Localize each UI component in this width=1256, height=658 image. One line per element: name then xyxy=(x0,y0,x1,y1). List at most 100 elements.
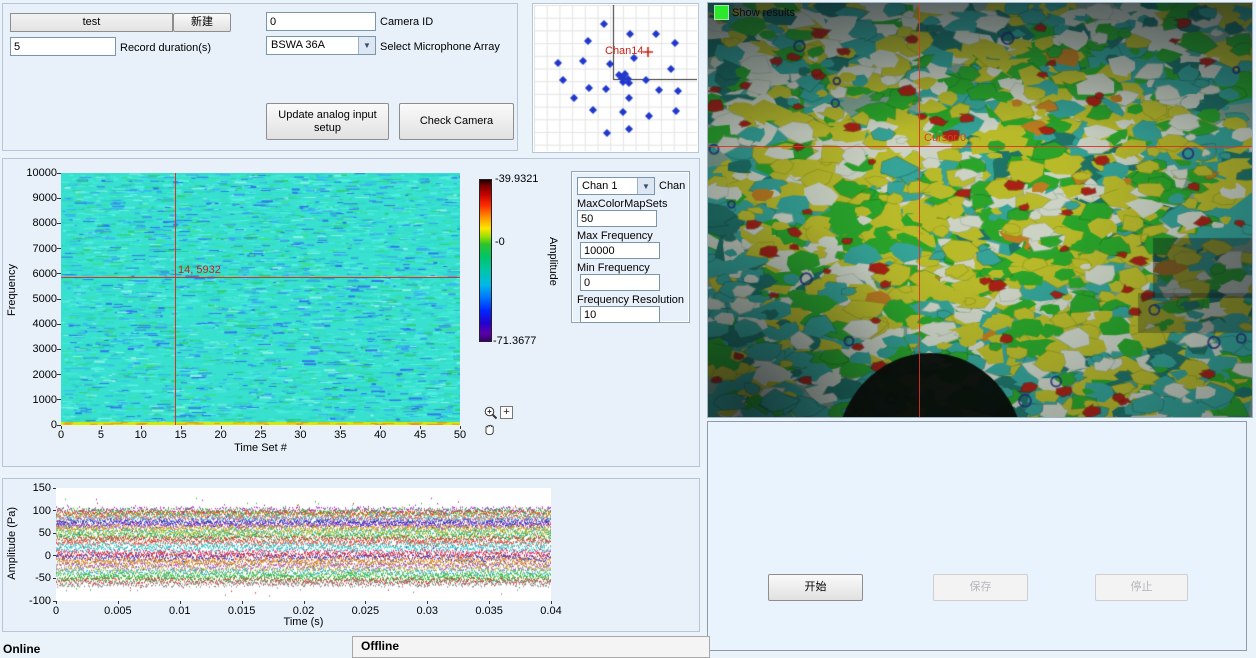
tick-mark xyxy=(489,601,490,604)
spectrogram-cursor-vline[interactable] xyxy=(175,173,176,425)
colorbar-max-label: -39.9321 xyxy=(495,173,538,185)
tick-label: 0 xyxy=(46,429,76,441)
tick-label: 5 xyxy=(86,429,116,441)
tick-label: 45 xyxy=(405,429,435,441)
camera-cursor-hline[interactable] xyxy=(708,146,1252,147)
spectrogram-cursor-label[interactable]: 14, 5932 xyxy=(178,264,221,277)
camera-id-label: Camera ID xyxy=(380,16,433,29)
tick-label: 25 xyxy=(246,429,276,441)
offline-status-label: Offline xyxy=(361,640,399,653)
tick-label: 10000 xyxy=(15,167,57,179)
max-colormap-input[interactable] xyxy=(577,210,657,227)
colorbar-min-label: -71.3677 xyxy=(493,335,536,347)
tick-label: 150 xyxy=(11,482,51,494)
spectrogram-y-axis-title: Frequency xyxy=(6,264,19,316)
tick-label: 50 xyxy=(445,429,475,441)
spectrogram-cursor-hline[interactable] xyxy=(61,277,460,278)
tick-mark xyxy=(380,426,381,429)
waveform-y-axis-title: Amplitude (Pa) xyxy=(6,507,19,580)
channel-label: Chan xyxy=(659,180,685,193)
tick-label: 6000 xyxy=(15,268,57,280)
tick-mark xyxy=(261,426,262,429)
project-name-field[interactable]: test xyxy=(10,13,173,32)
frequency-resolution-input[interactable] xyxy=(580,306,660,323)
camera-cursor-label[interactable]: Cursor 0 xyxy=(924,132,966,145)
mic-array-label: Select Microphone Array xyxy=(380,41,500,54)
tick-mark xyxy=(340,426,341,429)
tick-label: 0 xyxy=(15,419,57,431)
tick-label: 40 xyxy=(365,429,395,441)
tick-label: 10 xyxy=(126,429,156,441)
tick-label: 3000 xyxy=(15,343,57,355)
tick-label: 30 xyxy=(285,429,315,441)
tick-mark xyxy=(242,601,243,604)
mic-array-cursor-label[interactable]: Chan14 xyxy=(605,45,644,58)
chevron-down-icon[interactable]: ▼ xyxy=(358,37,375,54)
camera-view: Show results Cursor 0 xyxy=(707,2,1253,418)
new-project-button[interactable]: 新建 xyxy=(173,13,231,32)
record-duration-input[interactable] xyxy=(10,37,116,56)
channel-select[interactable]: Chan 1 ▼ xyxy=(577,177,655,195)
tick-label: 5000 xyxy=(15,293,57,305)
waveform-plot-area[interactable] xyxy=(56,488,551,601)
tick-mark xyxy=(180,601,181,604)
save-button[interactable]: 保存 xyxy=(933,574,1028,601)
tick-mark xyxy=(300,426,301,429)
tick-mark xyxy=(427,601,428,604)
tick-mark xyxy=(61,426,62,429)
tick-mark xyxy=(141,426,142,429)
mic-array-selected-value: BSWA 36A xyxy=(271,39,325,51)
show-results-checkbox[interactable] xyxy=(714,5,729,20)
cursor-tool-icon[interactable]: + xyxy=(500,406,513,419)
spectrogram-panel: Frequency 100009000800070006000500040003… xyxy=(2,158,700,467)
check-camera-button[interactable]: Check Camera xyxy=(399,103,514,140)
tick-mark xyxy=(221,426,222,429)
tick-mark xyxy=(365,601,366,604)
colorbar-mid-label: -0 xyxy=(495,236,505,248)
spectrogram-canvas[interactable] xyxy=(61,173,460,425)
camera-heatmap-canvas[interactable] xyxy=(708,3,1252,417)
tick-label: -100 xyxy=(11,595,51,607)
start-button[interactable]: 开始 xyxy=(768,574,863,601)
online-status-label: Online xyxy=(3,643,40,656)
update-analog-input-button[interactable]: Update analog input setup xyxy=(266,103,389,140)
setup-panel: test 新建 Camera ID Record duration(s) BSW… xyxy=(2,3,518,151)
camera-cursor-vline[interactable] xyxy=(919,3,920,417)
waveform-panel: Amplitude (Pa) 150100500-50-100 00.0050.… xyxy=(2,478,700,632)
colorbar-axis-title: Amplitude xyxy=(546,237,559,286)
tick-mark xyxy=(420,426,421,429)
show-results-label: Show results xyxy=(732,7,795,20)
amplitude-colorbar xyxy=(479,179,492,342)
tick-label: 4000 xyxy=(15,318,57,330)
waveform-x-axis-title: Time (s) xyxy=(56,616,551,629)
channel-selected-value: Chan 1 xyxy=(582,180,617,192)
offline-status-strip: Offline xyxy=(352,636,710,658)
pan-hand-tool-icon[interactable] xyxy=(482,422,497,440)
acoustic-camera-app: { "setup_panel": { "project_value": "tes… xyxy=(0,0,1256,658)
stop-button[interactable]: 停止 xyxy=(1095,574,1188,601)
max-frequency-input[interactable] xyxy=(580,242,660,259)
spectrogram-x-axis-title: Time Set # xyxy=(61,442,460,455)
tick-mark xyxy=(304,601,305,604)
waveform-canvas[interactable] xyxy=(56,488,551,601)
control-panel: 开始 保存 停止 xyxy=(707,421,1247,651)
camera-id-input[interactable] xyxy=(266,12,376,31)
tick-mark xyxy=(56,601,57,604)
tick-label: 8000 xyxy=(15,217,57,229)
tick-label: 15 xyxy=(166,429,196,441)
tick-label: 1000 xyxy=(15,394,57,406)
tick-label: 35 xyxy=(325,429,355,441)
tick-label: 20 xyxy=(206,429,236,441)
spectrogram-plot-area[interactable]: 14, 5932 xyxy=(61,173,460,425)
tick-label: 7000 xyxy=(15,243,57,255)
tick-mark xyxy=(181,426,182,429)
mic-array-select[interactable]: BSWA 36A ▼ xyxy=(266,36,376,55)
tick-mark xyxy=(460,426,461,429)
record-duration-label: Record duration(s) xyxy=(120,42,211,55)
min-frequency-input[interactable] xyxy=(580,274,660,291)
tick-mark xyxy=(118,601,119,604)
chevron-down-icon[interactable]: ▼ xyxy=(637,178,654,194)
tick-mark xyxy=(101,426,102,429)
tick-label: 2000 xyxy=(15,369,57,381)
mic-array-canvas[interactable] xyxy=(534,5,697,151)
